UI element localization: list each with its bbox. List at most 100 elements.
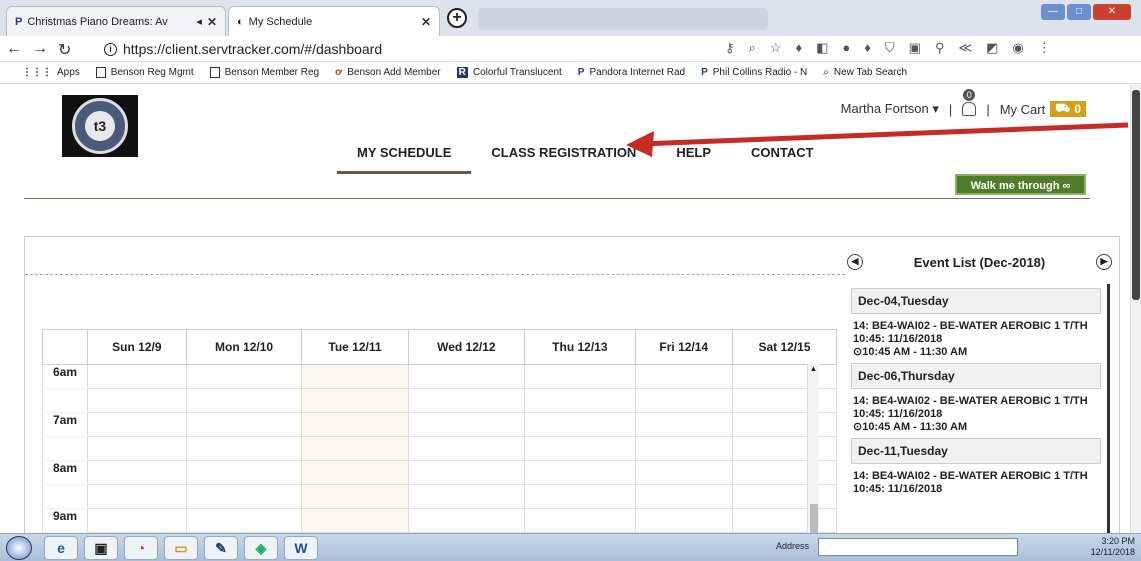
slot[interactable] [185, 412, 303, 437]
bookmark-item[interactable]: P Pandora Internet Rad [578, 67, 685, 78]
extension-icon[interactable]: ▣ [909, 40, 921, 56]
calendar-scroll-thumb[interactable] [810, 504, 818, 533]
slot[interactable] [524, 364, 636, 389]
event-item[interactable]: 14: BE4-WAI02 - BE-WATER AEROBIC 1 T/TH … [853, 395, 1099, 434]
slot[interactable] [185, 436, 303, 461]
browser-tab[interactable]: P Christmas Piano Dreams: Av ◂ ✕ [6, 6, 226, 36]
slot[interactable] [524, 484, 636, 509]
slot[interactable] [634, 460, 733, 485]
extension-icon[interactable]: ♦ [795, 40, 802, 56]
slot[interactable] [87, 412, 187, 437]
slot[interactable] [524, 412, 636, 437]
bookmark-item[interactable]: P Phil Collins Radio - N [701, 67, 807, 78]
slot[interactable] [185, 388, 303, 413]
close-tab-icon[interactable]: ✕ [421, 15, 431, 29]
new-tab-button[interactable]: + [447, 8, 467, 28]
slot[interactable] [524, 460, 636, 485]
slot[interactable] [185, 364, 303, 389]
start-button[interactable] [6, 536, 32, 560]
maximize-button[interactable]: □ [1067, 4, 1091, 20]
key-icon[interactable]: ⚷ [725, 40, 735, 56]
slot[interactable] [634, 484, 733, 509]
slot[interactable] [407, 484, 526, 509]
slot[interactable] [87, 388, 187, 413]
slot[interactable] [87, 364, 187, 389]
calendar-scrollbar[interactable]: ▲ [807, 364, 819, 533]
slot[interactable] [301, 412, 409, 437]
forward-icon[interactable]: → [32, 40, 48, 58]
folder-icon[interactable]: ▭ [164, 536, 198, 560]
slot[interactable] [185, 460, 303, 485]
prev-month-button[interactable]: ◀ [847, 254, 863, 270]
extension-icon[interactable]: ◧ [816, 40, 828, 56]
zoom-icon[interactable]: ⌕ [749, 40, 756, 56]
chrome-icon[interactable]: ◔ [124, 536, 158, 560]
event-list[interactable]: Dec-04,Tuesday 14: BE4-WAI02 - BE-WATER … [845, 284, 1110, 533]
reload-icon[interactable]: ↻ [58, 40, 71, 60]
extension-icon[interactable]: ≪ [959, 40, 973, 56]
shield-icon[interactable]: ⛉ [885, 40, 895, 56]
slot[interactable] [634, 364, 733, 389]
menu-icon[interactable]: ⋮ [1038, 40, 1051, 56]
slot[interactable] [731, 412, 838, 437]
address-toolbar-input[interactable] [818, 538, 1018, 556]
slot[interactable] [731, 460, 838, 485]
event-item[interactable]: 14: BE4-WAI02 - BE-WATER AEROBIC 1 T/TH … [853, 320, 1099, 359]
bookmark-item[interactable]: Benson Reg Mgmt [95, 67, 194, 78]
slot[interactable] [731, 436, 838, 461]
slot[interactable] [634, 388, 733, 413]
back-icon[interactable]: ← [6, 40, 22, 58]
slot[interactable] [87, 484, 187, 509]
star-icon[interactable]: ☆ [770, 40, 782, 56]
scroll-up-icon[interactable]: ▲ [808, 364, 819, 373]
close-window-button[interactable]: ✕ [1093, 4, 1131, 20]
avatar-icon[interactable]: ◉ [1012, 40, 1023, 56]
slot[interactable] [407, 508, 526, 533]
slot[interactable] [731, 508, 838, 533]
browser-tab-active[interactable]: ◐ My Schedule ✕ [228, 6, 440, 36]
close-tab-icon[interactable]: ✕ [207, 15, 217, 29]
slot[interactable] [301, 508, 409, 533]
bookmark-item[interactable]: Benson Member Reg [209, 67, 319, 78]
slot[interactable] [731, 364, 838, 389]
app-icon[interactable]: ◈ [244, 536, 278, 560]
extension-icon[interactable]: ♦ [864, 40, 871, 56]
slot[interactable] [87, 508, 187, 533]
slot[interactable] [301, 388, 409, 413]
slot[interactable] [634, 436, 733, 461]
slot[interactable] [407, 412, 526, 437]
slot[interactable] [301, 460, 409, 485]
slot[interactable] [524, 436, 636, 461]
slot[interactable] [524, 508, 636, 533]
paint-icon[interactable]: ✎ [204, 536, 238, 560]
bookmark-item[interactable]: R Colorful Translucent [456, 67, 562, 78]
slot[interactable] [185, 484, 303, 509]
slot[interactable] [87, 436, 187, 461]
slot[interactable] [407, 364, 526, 389]
pin-icon[interactable]: ⚲ [935, 40, 945, 56]
word-icon[interactable]: W [284, 536, 318, 560]
system-clock[interactable]: 3:20 PM 12/11/2018 [1091, 536, 1135, 558]
ie-icon[interactable]: e [44, 536, 78, 560]
slot[interactable] [185, 508, 303, 533]
slot[interactable] [407, 436, 526, 461]
slot[interactable] [634, 508, 733, 533]
next-month-button[interactable]: ▶ [1096, 254, 1112, 270]
url-field[interactable]: i https://client.servtracker.com/#/dashb… [104, 39, 744, 59]
slot[interactable] [87, 460, 187, 485]
slot[interactable] [407, 388, 526, 413]
event-item[interactable]: 14: BE4-WAI02 - BE-WATER AEROBIC 1 T/TH … [853, 470, 1099, 496]
slot[interactable] [524, 388, 636, 413]
extension-icon[interactable]: ● [842, 40, 850, 56]
bookmark-item[interactable]: ơ Benson Add Member [335, 67, 441, 78]
slot[interactable] [301, 484, 409, 509]
minimize-button[interactable]: — [1041, 4, 1065, 20]
slot[interactable] [301, 364, 409, 389]
info-icon[interactable]: i [104, 42, 117, 56]
page-scroll-thumb[interactable] [1132, 90, 1140, 300]
slot[interactable] [731, 388, 838, 413]
media-icon[interactable]: ▣ [84, 536, 118, 560]
bookmark-item[interactable]: ⌕ New Tab Search [823, 67, 907, 78]
slot[interactable] [634, 412, 733, 437]
slot[interactable] [301, 436, 409, 461]
